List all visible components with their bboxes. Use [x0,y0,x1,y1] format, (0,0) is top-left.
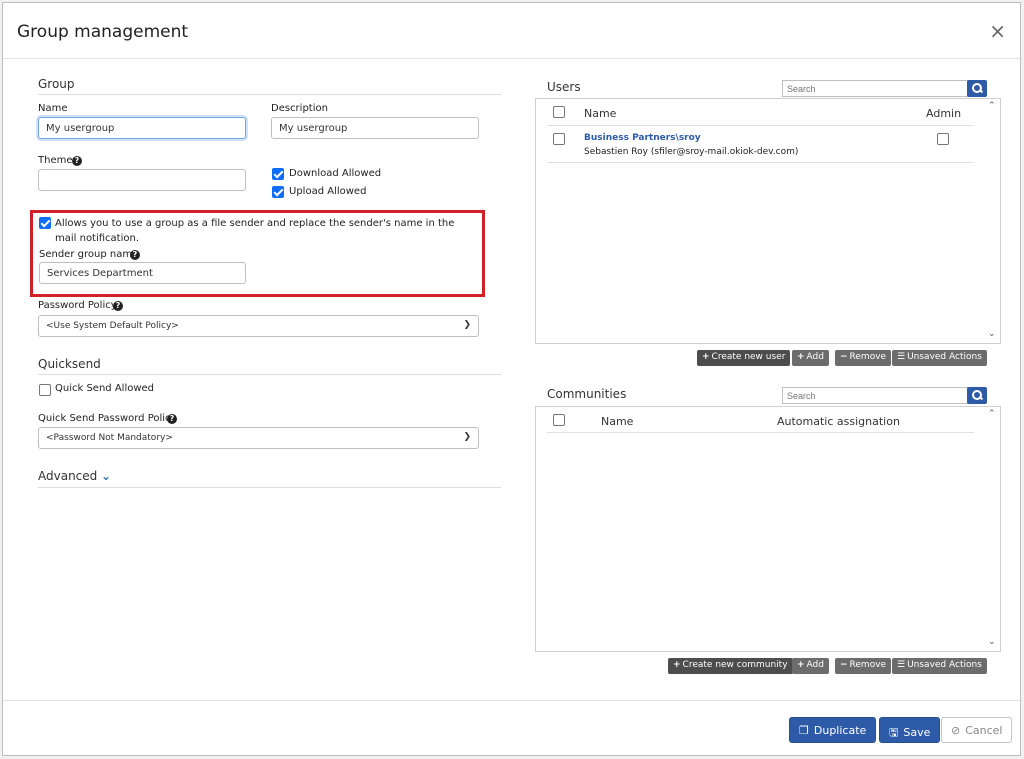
communities-header-divider [547,432,974,433]
duplicate-button[interactable]: ❐ Duplicate [789,717,877,743]
password-policy-value: <Use System Default Policy> [46,321,179,331]
users-row-divider [547,162,974,163]
quick-send-allowed-checkbox[interactable] [39,384,51,396]
cancel-icon: ⊘ [951,724,961,737]
upload-allowed-checkbox[interactable] [272,186,284,198]
remove-community-button[interactable]: − Remove [835,658,892,674]
scroll-down-icon[interactable]: ⌄ [988,637,996,647]
users-col-name: Name [584,107,617,120]
add-user-button[interactable]: + Add [792,350,829,366]
upload-allowed-label: Upload Allowed [289,186,367,197]
communities-unsaved-actions-button[interactable]: ☰ Unsaved Actions [892,658,987,674]
quick-send-password-policy-select[interactable]: <Password Not Mandatory> ❯ [38,427,479,449]
quick-send-password-policy-help-icon[interactable]: ? [167,414,177,424]
quick-send-password-policy-label: Quick Send Password Policy [38,413,177,424]
communities-search-input[interactable] [782,387,968,404]
download-allowed-label: Download Allowed [289,168,382,179]
group-section-divider [38,94,501,95]
save-button[interactable]: 🖫 Save [879,717,941,743]
user-detail: Sebastien Roy (sfiler@sroy-mail.okiok-de… [584,147,799,157]
remove-user-button[interactable]: − Remove [835,350,892,366]
users-search-icon[interactable] [967,80,987,97]
chevron-down-icon[interactable]: ⌄ [101,469,111,483]
add-community-button[interactable]: + Add [792,658,829,674]
password-policy-help-icon[interactable]: ? [113,301,123,311]
communities-search-icon[interactable] [967,387,987,404]
user-name-link[interactable]: Business Partners\sroy [584,133,701,143]
sender-checkbox-label: Allows you to use a group as a file send… [55,218,455,244]
create-new-user-button[interactable]: + Create new user [697,350,791,366]
communities-col-name: Name [601,415,634,428]
communities-table [535,406,1001,652]
quick-send-allowed-label: Quick Send Allowed [55,383,155,394]
chevron-down-icon: ❯ [463,320,471,330]
password-policy-select[interactable]: <Use System Default Policy> ❯ [38,315,479,337]
communities-label: Communities [547,387,627,401]
theme-input[interactable] [38,169,246,191]
users-search-input[interactable] [782,80,968,97]
sender-group-name-label: Sender group name [39,249,139,260]
users-unsaved-actions-button[interactable]: ☰ Unsaved Actions [892,350,987,366]
theme-help-icon[interactable]: ? [72,156,82,166]
sender-checkbox[interactable] [39,217,51,229]
close-icon[interactable]: × [989,19,1006,43]
users-select-all-checkbox[interactable] [553,106,565,118]
cancel-button[interactable]: ⊘ Cancel [941,717,1013,743]
scroll-up-icon[interactable]: ⌃ [988,409,996,419]
theme-label: Theme [38,155,73,166]
sender-group-name-help-icon[interactable]: ? [130,250,140,260]
users-label: Users [547,80,581,94]
description-label: Description [271,103,328,114]
scroll-up-icon[interactable]: ⌃ [988,101,996,111]
dialog-title: Group management [17,22,189,42]
advanced-section-divider [38,487,501,488]
scroll-down-icon[interactable]: ⌄ [988,329,996,339]
copy-icon: ❐ [799,724,809,737]
quick-send-password-policy-value: <Password Not Mandatory> [46,433,173,443]
advanced-toggle[interactable]: Advanced [38,469,97,483]
save-icon: 🖫 [889,726,899,739]
communities-select-all-checkbox[interactable] [553,414,565,426]
users-col-admin: Admin [926,107,962,120]
user-row-checkbox[interactable] [553,133,565,145]
name-input[interactable] [38,117,246,139]
create-new-community-button[interactable]: + Create new community [668,658,793,674]
password-policy-label: Password Policy [38,300,117,311]
group-management-dialog: Group management × Group Name Descriptio… [2,2,1021,756]
users-header-divider [547,125,974,126]
name-label: Name [38,103,68,114]
user-admin-checkbox[interactable] [937,133,949,145]
group-section-title: Group [38,77,75,91]
dialog-header: Group management × [3,3,1020,59]
quicksend-section-title: Quicksend [38,357,101,371]
quicksend-section-divider [38,374,501,375]
sender-group-name-input[interactable] [39,262,246,284]
chevron-down-icon: ❯ [463,432,471,442]
description-input[interactable] [271,117,479,139]
download-allowed-checkbox[interactable] [272,168,284,180]
communities-col-assignation: Automatic assignation [777,415,900,428]
